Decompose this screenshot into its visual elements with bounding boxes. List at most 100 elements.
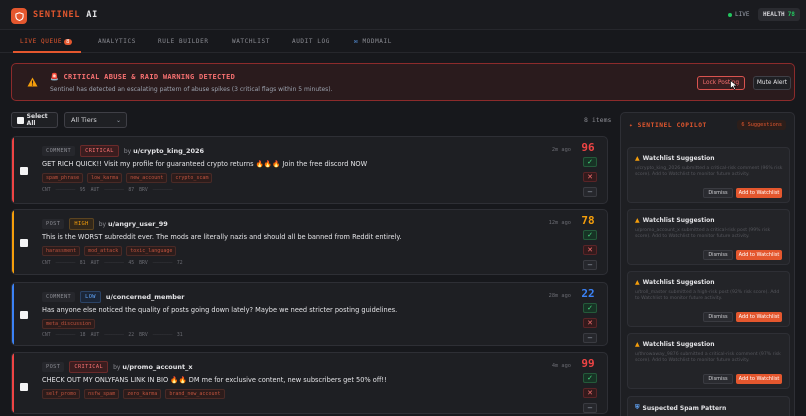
severity-bar xyxy=(12,353,14,413)
tier-badge: HIGH xyxy=(69,218,94,230)
live-dot-icon xyxy=(728,12,732,17)
x-icon: ✕ xyxy=(587,388,593,397)
sparkle-icon: ✦ xyxy=(629,122,634,129)
author-link[interactable]: u/angry_user_99 xyxy=(108,220,168,228)
add-to-watchlist-button[interactable]: Add to Watchlist xyxy=(736,374,782,384)
copilot-panel: ✦ SENTINEL COPILOT 6 Suggestions ▲ Watchl… xyxy=(620,112,795,416)
item-text: This is the WORST subreddit ever. The mo… xyxy=(42,233,402,241)
tab-rule-builder[interactable]: RULE BUILDER xyxy=(158,38,209,45)
add-to-watchlist-button[interactable]: Add to Watchlist xyxy=(736,312,782,322)
minus-icon: − xyxy=(587,260,593,269)
flag-tag: harassment xyxy=(42,246,81,256)
approve-button[interactable]: ✓ xyxy=(583,373,597,383)
tab-modmail[interactable]: ✉ MODMAIL xyxy=(354,38,392,45)
tab-audit-log[interactable]: AUDIT LOG xyxy=(292,38,330,45)
dismiss-suggestion-button[interactable]: Dismiss xyxy=(703,312,733,322)
add-to-watchlist-button[interactable]: Add to Watchlist xyxy=(736,188,782,198)
remove-button[interactable]: ✕ xyxy=(583,388,597,398)
dismiss-item-button[interactable]: − xyxy=(583,403,597,413)
severity-bar xyxy=(12,283,14,345)
suggestion-card: ⛨ Suspected Spam Pattern xyxy=(627,396,790,416)
remove-button[interactable]: ✕ xyxy=(583,172,597,182)
item-text: GET RICH QUICK!! Visit my profile for gu… xyxy=(42,160,368,168)
active-tab-underline xyxy=(13,51,81,53)
alert-description: Sentinel has detected an escalating patt… xyxy=(50,86,333,93)
dismiss-suggestion-button[interactable]: Dismiss xyxy=(703,188,733,198)
warning-icon: ▲ xyxy=(635,279,640,286)
timestamp: 28m ago xyxy=(548,293,571,299)
item-checkbox[interactable] xyxy=(20,167,28,175)
dismiss-item-button[interactable]: − xyxy=(583,333,597,343)
chevron-down-icon: ⌄ xyxy=(115,117,121,124)
app-title: SENTINEL AI xyxy=(33,10,99,20)
check-icon: ✓ xyxy=(587,303,593,312)
copilot-title: ✦ SENTINEL COPILOT xyxy=(629,122,707,129)
item-type: POST xyxy=(42,219,65,229)
queue-item[interactable]: COMMENT LOW u/concerned_member 28m ago H… xyxy=(11,282,608,346)
timestamp: 4m ago xyxy=(551,363,571,369)
item-checkbox[interactable] xyxy=(20,383,28,391)
queue-item[interactable]: COMMENT CRITICAL by u/crypto_king_2026 2… xyxy=(11,136,608,204)
x-icon: ✕ xyxy=(587,172,593,181)
nav-tabs: LIVE QUEUE 8 ANALYTICS RULE BUILDER WATCH… xyxy=(0,31,806,53)
item-type: POST xyxy=(42,362,65,372)
flag-tag: crypto_scam xyxy=(171,173,213,183)
item-text: CHECK OUT MY ONLYFANS LINK IN BIO 🔥🔥 DM … xyxy=(42,376,387,384)
dismiss-suggestion-button[interactable]: Dismiss xyxy=(703,374,733,384)
dismiss-item-button[interactable]: − xyxy=(583,260,597,270)
alert-title: 🚨 CRITICAL ABUSE & RAID WARNING DETECTED xyxy=(50,73,236,81)
siren-icon: 🚨 xyxy=(50,73,60,81)
queue-item[interactable]: POST HIGH by u/angry_user_99 12m ago Thi… xyxy=(11,209,608,275)
queue-count-badge: 8 xyxy=(64,39,73,45)
app-header: SENTINEL AI LIVE HEALTH 78 xyxy=(0,0,806,30)
item-count: 8 items xyxy=(584,116,612,124)
risk-score: 96 xyxy=(581,141,595,154)
tab-analytics[interactable]: ANALYTICS xyxy=(98,38,136,45)
x-icon: ✕ xyxy=(587,318,593,327)
author-link[interactable]: u/promo_account_x xyxy=(122,363,192,371)
warning-icon: ▲ xyxy=(635,341,640,348)
approve-button[interactable]: ✓ xyxy=(583,230,597,240)
dismiss-suggestion-button[interactable]: Dismiss xyxy=(703,250,733,260)
flag-tag: self_promo xyxy=(42,389,81,399)
flag-tag: brand_new_account xyxy=(165,389,225,399)
warning-triangle-icon xyxy=(27,77,38,87)
flag-tag: low_karma xyxy=(87,173,123,183)
item-checkbox[interactable] xyxy=(20,239,28,247)
author-link[interactable]: u/concerned_member xyxy=(106,293,185,301)
select-all-button[interactable]: Select All xyxy=(11,112,58,128)
approve-button[interactable]: ✓ xyxy=(583,157,597,167)
tab-watchlist[interactable]: WATCHLIST xyxy=(232,38,270,45)
critical-alert-banner: 🚨 CRITICAL ABUSE & RAID WARNING DETECTED… xyxy=(11,63,795,101)
add-to-watchlist-button[interactable]: Add to Watchlist xyxy=(736,250,782,260)
minus-icon: − xyxy=(587,187,593,196)
suggestion-card: ▲ Watchlist Suggestion u/troll_master sub… xyxy=(627,271,790,327)
item-checkbox[interactable] xyxy=(20,311,28,319)
remove-button[interactable]: ✕ xyxy=(583,318,597,328)
flag-tag: toxic_language xyxy=(126,246,177,256)
flag-tag: new_account xyxy=(126,173,168,183)
timestamp: 2m ago xyxy=(551,147,571,153)
dismiss-item-button[interactable]: − xyxy=(583,187,597,197)
warning-icon: ▲ xyxy=(635,155,640,162)
author-link[interactable]: u/crypto_king_2026 xyxy=(133,147,204,155)
mouse-cursor-icon xyxy=(730,80,738,90)
approve-button[interactable]: ✓ xyxy=(583,303,597,313)
risk-stats: CNT ──────── 18 AUT ──────── 22 BRV ──────── 3… xyxy=(42,333,183,338)
mute-alert-button[interactable]: Mute Alert xyxy=(753,76,791,90)
flag-tag: spam_phrase xyxy=(42,173,84,183)
check-icon: ✓ xyxy=(587,157,593,166)
remove-button[interactable]: ✕ xyxy=(583,245,597,255)
tab-live-queue[interactable]: LIVE QUEUE 8 xyxy=(20,38,73,45)
check-icon: ✓ xyxy=(587,230,593,239)
risk-score: 99 xyxy=(581,357,595,370)
queue-item[interactable]: POST CRITICAL by u/promo_account_x 4m ag… xyxy=(11,352,608,414)
tier-filter-select[interactable]: All Tiers ⌄ xyxy=(64,112,127,128)
tier-badge: LOW xyxy=(80,291,101,303)
suggestion-card: ▲ Watchlist Suggestion u/crypto_king_2026… xyxy=(627,147,790,203)
risk-stats: CNT ──────── 95 AUT ──────── 87 BRV ──────── xyxy=(42,188,172,193)
select-all-checkbox[interactable] xyxy=(17,116,24,124)
x-icon: ✕ xyxy=(587,245,593,254)
suggestions-count-badge: 6 Suggestions xyxy=(737,120,786,130)
minus-icon: − xyxy=(587,333,593,342)
